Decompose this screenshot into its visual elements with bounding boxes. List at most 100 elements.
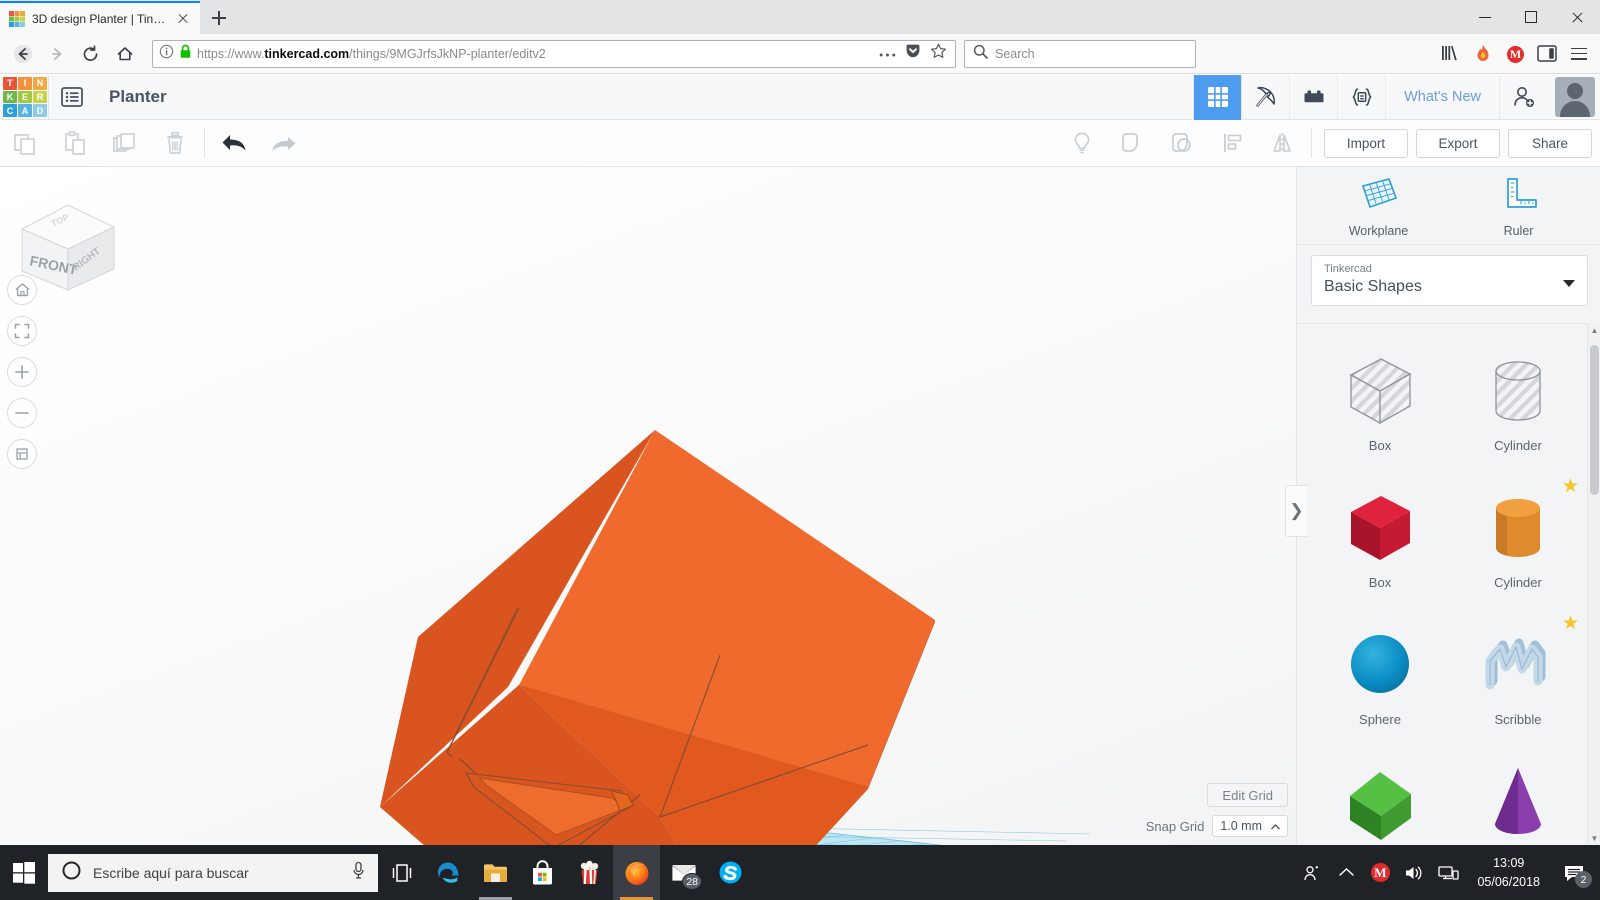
edge-button[interactable] (425, 845, 472, 900)
cylinder-solid-icon (1475, 483, 1561, 575)
people-icon[interactable] (1295, 845, 1329, 900)
firefox-button[interactable] (613, 845, 660, 900)
delete-button[interactable] (150, 120, 200, 166)
codeblocks-icon[interactable] (1337, 74, 1385, 120)
redo-button[interactable] (259, 120, 309, 166)
back-button[interactable] (6, 38, 40, 70)
volume-icon[interactable] (1397, 845, 1431, 900)
scroll-up-arrow-icon[interactable]: ▲ (1588, 323, 1600, 337)
taskbar-search[interactable]: Escribe aquí para buscar (48, 853, 378, 892)
task-view-button[interactable] (378, 845, 425, 900)
notes-lightbulb-button[interactable] (1057, 120, 1107, 166)
scene-canvas[interactable]: Workplane (0, 167, 1296, 845)
paste-button[interactable] (50, 120, 100, 166)
search-bar[interactable]: Search (964, 39, 1196, 68)
show-hidden-icons-icon[interactable] (1329, 845, 1363, 900)
taskbar-clock[interactable]: 13:09 05/06/2018 (1465, 845, 1552, 900)
file-explorer-button[interactable] (472, 845, 519, 900)
mail-button[interactable]: 28 (660, 845, 707, 900)
shape-item-roof[interactable]: Roof (1311, 749, 1449, 845)
pocket-save-icon[interactable] (905, 43, 921, 64)
home-view-button[interactable] (7, 275, 37, 305)
gmail-tray-icon[interactable]: M (1363, 845, 1397, 900)
popcorn-time-button[interactable] (566, 845, 613, 900)
favorite-star-icon[interactable]: ★ (1562, 614, 1579, 633)
shapes-scrollbar[interactable]: ▲ ▼ (1587, 323, 1600, 845)
design-list-button[interactable] (49, 75, 95, 120)
shape-label: Box (1368, 438, 1392, 453)
minecraft-pickaxe-icon[interactable] (1241, 74, 1289, 120)
close-tab-icon[interactable] (174, 10, 192, 28)
share-button[interactable]: Share (1508, 128, 1592, 158)
import-button[interactable]: Import (1324, 128, 1408, 158)
shape-item-scribble[interactable]: ★ Scribble (1449, 612, 1587, 743)
close-window-button[interactable] (1554, 0, 1600, 34)
library-icon[interactable] (1436, 39, 1466, 69)
reload-button[interactable] (74, 38, 108, 70)
sidebar-toggle-icon[interactable] (1532, 39, 1562, 69)
mirror-button[interactable] (1257, 120, 1307, 166)
workplane-tool[interactable]: Workplane (1341, 174, 1417, 238)
zoom-out-button[interactable] (7, 398, 37, 428)
shape-item-box-solid[interactable]: Box (1311, 475, 1449, 606)
shape-item-cylinder-solid[interactable]: ★ Cylinder (1449, 475, 1587, 606)
forward-button[interactable] (40, 38, 74, 70)
favorite-star-icon[interactable]: ★ (1562, 477, 1579, 496)
address-bar[interactable]: https://www.tinkercad.com/things/9MGJrfs… (152, 39, 956, 68)
orthographic-toggle-button[interactable] (7, 439, 37, 469)
fit-to-view-button[interactable] (7, 316, 37, 346)
user-avatar[interactable] (1555, 77, 1595, 117)
shape-label: Cylinder (1494, 438, 1542, 453)
scrollbar-thumb[interactable] (1590, 345, 1599, 495)
shape-item-sphere[interactable]: Sphere (1311, 612, 1449, 743)
page-info-icon[interactable] (159, 44, 174, 64)
new-tab-button[interactable] (202, 1, 236, 34)
taskbar-search-input[interactable]: Escribe aquí para buscar (93, 865, 339, 881)
ruler-tool[interactable]: Ruler (1481, 174, 1557, 238)
microsoft-store-button[interactable] (519, 845, 566, 900)
lego-brick-icon[interactable] (1289, 74, 1337, 120)
3d-viewport[interactable]: Workplane (0, 167, 1296, 845)
edit-grid-button[interactable]: Edit Grid (1207, 783, 1288, 807)
search-icon (973, 44, 988, 64)
shape-item-cylinder-hole[interactable]: Cylinder (1449, 338, 1587, 469)
cone-icon (1475, 757, 1561, 845)
microphone-icon[interactable] (351, 861, 366, 885)
shape-item-cone[interactable]: Cone (1449, 749, 1587, 845)
ungroup-button[interactable] (1157, 120, 1207, 166)
export-button[interactable]: Export (1416, 128, 1500, 158)
align-button[interactable] (1207, 120, 1257, 166)
snap-grid-select[interactable]: 1.0 mm (1212, 815, 1288, 837)
scroll-down-arrow-icon[interactable]: ▼ (1588, 831, 1600, 845)
minimize-button[interactable] (1462, 0, 1508, 34)
duplicate-button[interactable] (100, 120, 150, 166)
home-button[interactable] (108, 38, 142, 70)
firefox-menu-button[interactable] (1564, 39, 1594, 69)
notification-center-button[interactable]: 2 (1552, 845, 1596, 900)
panel-collapse-handle[interactable]: ❯ (1285, 485, 1307, 537)
browser-tab[interactable]: 3D design Planter | Tinkercad (0, 1, 200, 34)
copy-button[interactable] (0, 120, 50, 166)
undo-button[interactable] (209, 120, 259, 166)
search-input[interactable]: Search (995, 47, 1035, 61)
zoom-in-button[interactable] (7, 357, 37, 387)
pocket-flame-icon[interactable] (1468, 39, 1498, 69)
bookmark-star-icon[interactable] (930, 43, 947, 64)
network-icon[interactable] (1431, 845, 1465, 900)
skype-button[interactable] (707, 845, 754, 900)
page-actions-ellipsis-icon[interactable] (879, 45, 896, 63)
maximize-button[interactable] (1508, 0, 1554, 34)
design-name[interactable]: Planter (109, 87, 167, 107)
ruler-tool-label: Ruler (1503, 223, 1534, 238)
tinkercad-logo-icon[interactable]: T I N K E R C A D (2, 76, 48, 118)
group-button[interactable] (1107, 120, 1157, 166)
shape-library-select[interactable]: Tinkercad Basic Shapes (1311, 255, 1588, 306)
add-user-icon[interactable] (1499, 74, 1547, 120)
cortana-circle-icon[interactable] (62, 861, 81, 885)
blocks-grid-icon[interactable] (1193, 74, 1242, 120)
shape-item-box-hole[interactable]: Box (1311, 338, 1449, 469)
whats-new-link[interactable]: What's New (1385, 74, 1499, 120)
shapes-list[interactable]: Box Cylinder Box ★ Cylinder Sphere ★ Scr… (1297, 323, 1600, 845)
start-button[interactable] (0, 845, 48, 900)
gmail-m-icon[interactable]: M (1500, 39, 1530, 69)
